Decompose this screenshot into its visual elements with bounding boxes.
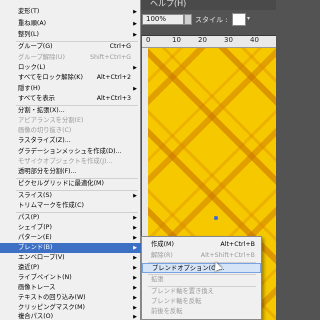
menu-item-pixel-perfect[interactable]: ピクセルグリッドに最適化(M) xyxy=(0,179,141,189)
menu-item-object-mosaic[interactable]: モザイクオブジェクトを作成(J)... xyxy=(0,157,141,167)
menu-item-align[interactable]: 整列(L) ▶ xyxy=(0,30,141,40)
menu-item-ungroup[interactable]: グループ解除(U) Shift+Ctrl+G xyxy=(0,53,141,63)
menu-item-perspective[interactable]: 遠近(P) ▶ xyxy=(0,263,141,273)
menu-item-group[interactable]: グループ(G) Ctrl+G xyxy=(0,42,141,52)
chevron-down-icon[interactable]: ▾ xyxy=(247,15,250,22)
menu-item-lock[interactable]: ロック(L) ▶ xyxy=(0,63,141,73)
menu-item-rasterize[interactable]: ラスタライズ(Z)... xyxy=(0,136,141,146)
menu-item-expand-appearance[interactable]: アピアランスを分割(E) xyxy=(0,116,141,126)
menu-item-path[interactable]: パス(P) ▶ xyxy=(0,213,141,223)
ruler-tick-label: 20 xyxy=(198,36,207,44)
submenu-item-reverse-front-to-back[interactable]: 前後を反転 xyxy=(142,307,261,317)
zoom-dropdown-button[interactable] xyxy=(184,14,192,25)
menu-item-crop-image[interactable]: 画像の切り抜き(C) xyxy=(0,126,141,136)
menu-item-envelope[interactable]: エンベロープ(V) ▶ xyxy=(0,253,141,263)
menu-item-blend[interactable]: ブレンド(B) ▶ xyxy=(0,243,141,253)
zoom-field[interactable]: 100% xyxy=(142,14,184,25)
menu-item-unlock-all[interactable]: すべてをロック解除(K) Alt+Ctrl+2 xyxy=(0,73,141,83)
menu-item-live-paint[interactable]: ライブペイント(N) ▶ xyxy=(0,273,141,283)
menu-item-pattern[interactable]: パターン(E) ▶ xyxy=(0,233,141,243)
horizontal-ruler[interactable]: 0 10 20 30 40 xyxy=(142,36,276,48)
object-menu: 変形(T) ▶ 重ね順(A) ▶ 整列(L) ▶ グループ(G) Ctrl+G グループ… xyxy=(0,0,141,320)
style-swatch[interactable] xyxy=(232,13,246,26)
submenu-item-make[interactable]: 作成(M) Alt+Ctrl+B xyxy=(142,240,261,250)
menu-item-hide[interactable]: 隠す(H) ▶ xyxy=(0,84,141,94)
menu-item-text-wrap[interactable]: テキストの回り込み(W) ▶ xyxy=(0,293,141,303)
ruler-tick-label: 0 xyxy=(146,36,151,44)
submenu-item-blend-options[interactable]: ブレンドオプション(O)... xyxy=(142,263,261,273)
submenu-item-replace-spine[interactable]: ブレンド軸を置き換え xyxy=(142,287,261,297)
ruler-tick-label: 40 xyxy=(250,36,259,44)
menu-item-show-all[interactable]: すべてを表示 Alt+Ctrl+3 xyxy=(0,94,141,104)
menu-title-help[interactable]: ヘルプ(H) xyxy=(150,0,186,9)
menu-item-flatten-transparency[interactable]: 透明部分を分割(F)... xyxy=(0,167,141,177)
menu-item-trim-marks[interactable]: トリムマークを作成(C) xyxy=(0,201,141,211)
ruler-tick-label: 10 xyxy=(172,36,181,44)
menu-item-transform[interactable]: 変形(T) ▶ xyxy=(0,7,141,17)
style-label: スタイル : xyxy=(195,16,228,24)
menu-item-image-trace[interactable]: 画像トレース ▶ xyxy=(0,283,141,293)
ruler-tick-label: 30 xyxy=(224,36,233,44)
menu-item-gradient-mesh[interactable]: グラデーションメッシュを作成(D)... xyxy=(0,147,141,157)
menu-item-compound-path[interactable]: 複合パス(O) ▶ xyxy=(0,312,141,320)
selection-center-point xyxy=(214,216,218,220)
submenu-item-release[interactable]: 解除(R) Alt+Shift+Ctrl+B xyxy=(142,251,261,261)
menu-item-shape[interactable]: シェイプ(P) ▶ xyxy=(0,223,141,233)
blend-submenu: 作成(M) Alt+Ctrl+B 解除(R) Alt+Shift+Ctrl+B ブレ… xyxy=(141,236,262,320)
menu-item-slice[interactable]: スライス(S) ▶ xyxy=(0,191,141,201)
submenu-item-expand[interactable]: 拡張 xyxy=(142,275,261,285)
submenu-item-reverse-spine[interactable]: ブレンド軸を反転 xyxy=(142,297,261,307)
menu-item-expand[interactable]: 分割・拡張(X)... xyxy=(0,106,141,116)
menu-item-arrange[interactable]: 重ね順(A) ▶ xyxy=(0,19,141,29)
